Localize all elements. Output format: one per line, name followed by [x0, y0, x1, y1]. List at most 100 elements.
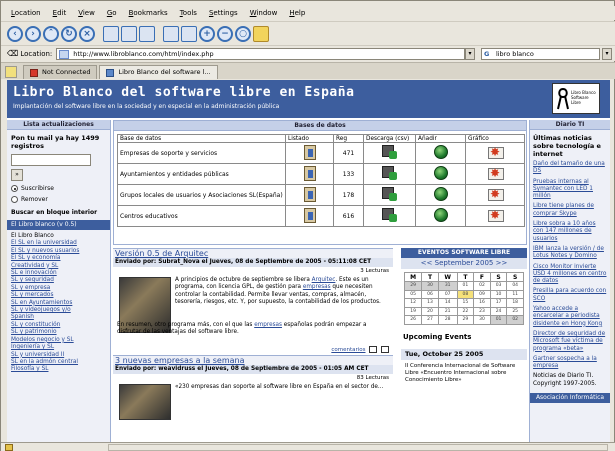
calendar-day[interactable]: 04	[506, 281, 524, 291]
tab-libro-blanco[interactable]: Libro Blanco del software l...	[99, 65, 218, 79]
calendar-day[interactable]: 13	[421, 298, 439, 308]
calendar-day[interactable]: 23	[473, 306, 491, 316]
news-link[interactable]: Libre sobra a 10 años con 147 millones d…	[533, 221, 607, 243]
list-item[interactable]: SL e innovación	[11, 270, 106, 277]
empresas-link[interactable]: empresas	[303, 284, 331, 290]
calendar-day[interactable]: 31	[437, 281, 458, 291]
news-link[interactable]: Libre tiene planes de comprar Skype	[533, 203, 607, 218]
up-icon[interactable]: ˆ	[43, 25, 59, 42]
calendar-day[interactable]: 12	[403, 298, 423, 308]
calendar-day[interactable]: 30	[421, 281, 439, 291]
security-icon[interactable]	[5, 444, 13, 451]
find-icon[interactable]	[181, 25, 197, 42]
calendar-day[interactable]: 10	[489, 289, 508, 299]
news-link[interactable]: IBM lanza la versión / de Lotus Notes y …	[533, 246, 607, 261]
calendar-day[interactable]: 02	[473, 281, 491, 291]
chart-icon[interactable]	[465, 163, 525, 185]
news-title[interactable]: 3 nuevas empresas a la semana	[113, 355, 393, 365]
zoom-in-icon[interactable]: +	[199, 25, 215, 42]
calendar-day[interactable]: 21	[437, 306, 458, 316]
add-globe-icon[interactable]	[415, 142, 466, 164]
news-title[interactable]: Versión 0.5 de Arquitec	[113, 248, 393, 258]
list-item[interactable]: Creatividad y SL	[11, 263, 106, 270]
list-item[interactable]: SL en Ayuntamientos	[11, 300, 106, 307]
calendar-day[interactable]: 14	[437, 298, 458, 308]
calendar-day[interactable]: 16	[473, 298, 491, 308]
reload-icon[interactable]: ↻	[61, 25, 77, 42]
news-link[interactable]: Yahoo accede a encarcelar a periodista d…	[533, 306, 607, 328]
calendar-day[interactable]: 06	[421, 289, 439, 299]
list-item[interactable]: SL y empresa	[11, 285, 106, 292]
new-tab-button[interactable]	[5, 66, 17, 78]
calendar-day[interactable]: 18	[506, 298, 524, 308]
news-link[interactable]: Pruebas internas al Symantec con LED 1 m…	[533, 179, 607, 201]
menu-edit[interactable]: Edit	[53, 9, 67, 17]
calendar-day[interactable]: 20	[421, 306, 439, 316]
list-item[interactable]: SL y constitución	[11, 322, 106, 329]
menu-settings[interactable]: Settings	[209, 9, 238, 17]
calendar-day[interactable]: 28	[437, 315, 458, 325]
print-icon[interactable]	[369, 346, 378, 353]
calendar-day[interactable]: 01	[456, 281, 475, 291]
calendar-day[interactable]: 15	[456, 298, 475, 308]
list-doc-icon[interactable]	[285, 163, 334, 185]
news-link[interactable]: Gartner sospecha a la empresa	[533, 356, 607, 371]
url-input[interactable]: http://www.libroblanco.com/html/index.ph…	[56, 47, 465, 60]
chart-icon[interactable]	[465, 184, 525, 206]
calendar-day[interactable]: 17	[489, 298, 508, 308]
calendar-day[interactable]: 01	[489, 315, 508, 325]
list-item[interactable]: SL y patrimonio	[11, 329, 106, 336]
arquitec-link[interactable]: Arquitec	[312, 277, 336, 283]
calendar-day[interactable]: 05	[403, 289, 423, 299]
calendar-day-today[interactable]: 08	[456, 289, 475, 299]
list-item[interactable]: Filosofía y SL	[11, 366, 106, 373]
site-title[interactable]: Libro Blanco del software libre en Españ…	[13, 85, 354, 100]
email-icon[interactable]	[381, 346, 389, 353]
home-icon[interactable]	[253, 25, 269, 42]
menu-tools[interactable]: Tools	[180, 9, 197, 17]
list-doc-icon[interactable]	[285, 184, 334, 206]
list-item[interactable]: Spanish	[11, 314, 106, 321]
menu-view[interactable]: View	[78, 9, 95, 17]
search-input[interactable]: G libro blanco	[480, 47, 601, 60]
search-engine-icon[interactable]: G	[484, 49, 489, 60]
list-item[interactable]: SL y seguridad	[11, 277, 106, 284]
calendar-month-nav[interactable]: << September 2005 >>	[401, 258, 527, 269]
menu-help[interactable]: Help	[289, 9, 305, 17]
news-link[interactable]: Daño del tamaño de una DS	[533, 161, 607, 176]
calendar-day[interactable]: 11	[506, 289, 524, 299]
download-csv-icon[interactable]	[363, 184, 416, 206]
add-globe-icon[interactable]	[415, 163, 466, 185]
menu-bookmarks[interactable]: Bookmarks	[129, 9, 168, 17]
add-globe-icon[interactable]	[415, 205, 466, 227]
download-csv-icon[interactable]	[363, 163, 416, 185]
news-link[interactable]: Presilla para acuerdo con SCO	[533, 288, 607, 303]
menu-window[interactable]: Window	[250, 9, 278, 17]
list-doc-icon[interactable]	[285, 205, 334, 227]
tab-not-connected[interactable]: Not Connected	[23, 65, 98, 79]
list-item[interactable]: El SL en la universidad	[11, 240, 106, 247]
search-dropdown-button[interactable]: ▾	[602, 47, 613, 60]
stop-icon[interactable]: ×	[79, 25, 95, 42]
calendar-day[interactable]: 22	[456, 306, 475, 316]
calendar-day[interactable]: 03	[489, 281, 508, 291]
calendar-day[interactable]: 25	[506, 306, 524, 316]
list-item[interactable]: SL y mercados	[11, 292, 106, 299]
remove-radio[interactable]: Remover	[11, 196, 106, 203]
zoom-out-icon[interactable]: −	[217, 25, 233, 42]
list-item[interactable]: SL y videojuegos y/o	[11, 307, 106, 314]
zoom-reset-icon[interactable]: ○	[235, 25, 251, 42]
calendar-day[interactable]: 30	[473, 315, 491, 325]
print-icon[interactable]	[163, 25, 179, 42]
new-window-icon[interactable]	[103, 25, 119, 42]
download-csv-icon[interactable]	[363, 142, 416, 164]
calendar-day[interactable]: 07	[437, 289, 458, 299]
chart-icon[interactable]	[465, 205, 525, 227]
calendar-day[interactable]: 02	[506, 315, 524, 325]
submit-button[interactable]: »	[11, 169, 23, 181]
url-dropdown-button[interactable]: ▾	[465, 47, 475, 60]
email-field[interactable]	[11, 154, 91, 166]
calendar-day[interactable]: 27	[421, 315, 439, 325]
menu-location[interactable]: Location	[11, 9, 41, 17]
calendar-day[interactable]: 09	[473, 289, 491, 299]
